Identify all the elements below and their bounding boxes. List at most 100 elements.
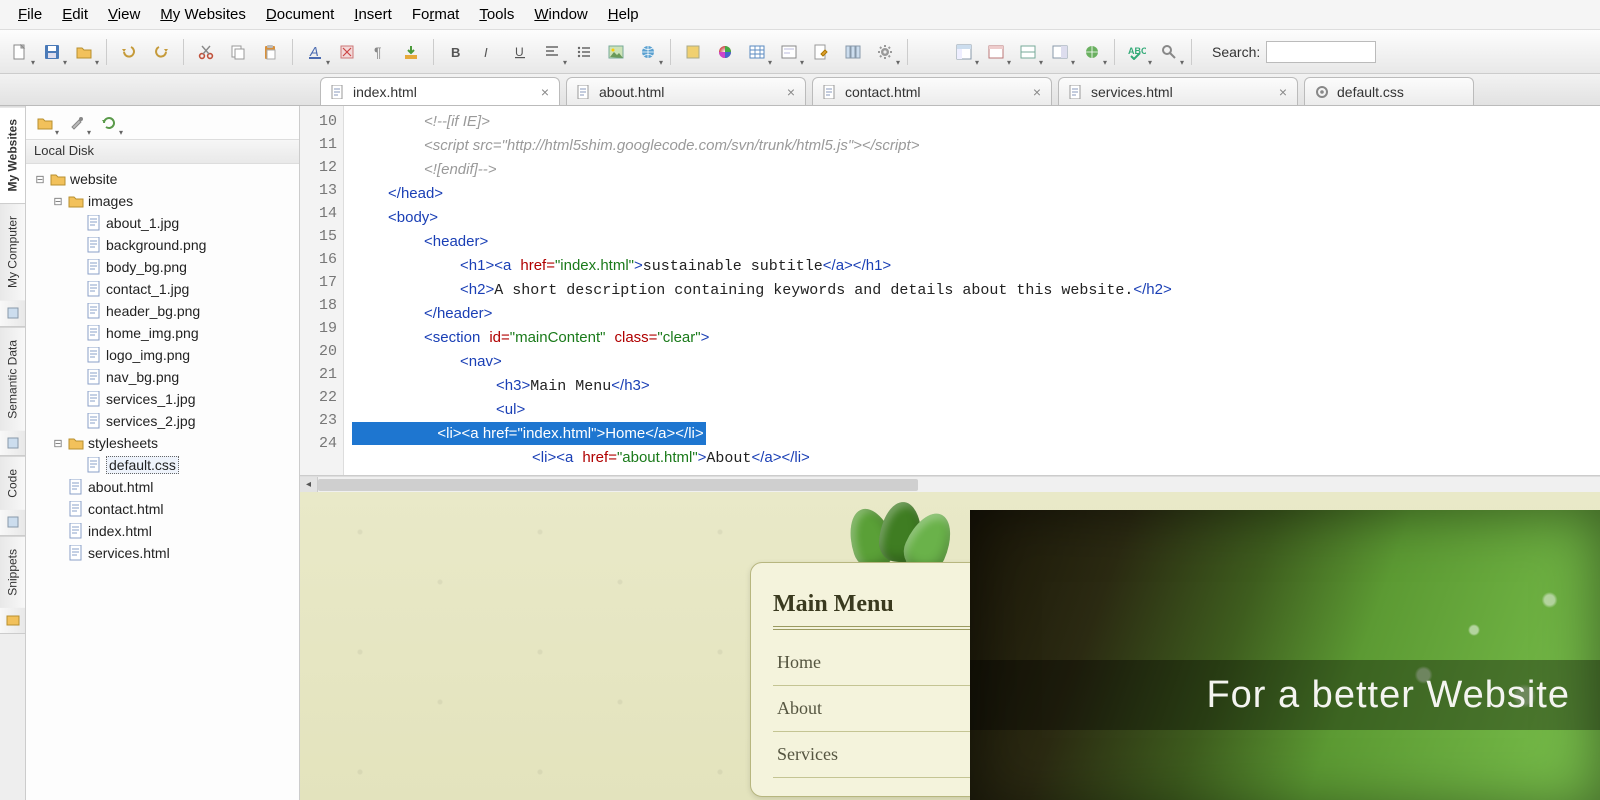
sidetab-snippets[interactable]: Snippets	[0, 536, 25, 608]
menu-format[interactable]: Format	[402, 2, 470, 27]
new-file-button[interactable]	[6, 38, 34, 66]
italic-button[interactable]: I	[474, 38, 502, 66]
download-button[interactable]	[397, 38, 425, 66]
fp-settings-button[interactable]	[64, 110, 90, 136]
sidetab-my-computer[interactable]: My Computer	[0, 203, 25, 300]
tab-label: services.html	[1091, 84, 1173, 100]
sidetab-my-websites[interactable]: My Websites	[0, 106, 25, 203]
side-tab-bar: My WebsitesMy Computer Semantic Data Code S…	[0, 106, 26, 800]
columns-button[interactable]	[839, 38, 867, 66]
open-button[interactable]	[70, 38, 98, 66]
tree-item-services-html[interactable]: services.html	[26, 542, 299, 564]
tab-services-html[interactable]: services.html ×	[1058, 77, 1298, 105]
list-button[interactable]	[570, 38, 598, 66]
layout-button[interactable]	[950, 38, 978, 66]
bold-button[interactable]: B	[442, 38, 470, 66]
gear-button[interactable]	[871, 38, 899, 66]
tree-label: about_1.jpg	[106, 215, 179, 231]
tree-item-images[interactable]: ⊟images	[26, 190, 299, 212]
close-tab-icon[interactable]: ×	[1279, 84, 1287, 100]
clear-format-button[interactable]	[333, 38, 361, 66]
tab-about-html[interactable]: about.html×	[566, 77, 806, 105]
code-content[interactable]: <!--[if IE]> <script src="http://html5sh…	[344, 106, 1600, 475]
align-button[interactable]	[538, 38, 566, 66]
tree-label: contact_1.jpg	[106, 281, 189, 297]
tree-item-contact_1-jpg[interactable]: contact_1.jpg	[26, 278, 299, 300]
cut-button[interactable]	[192, 38, 220, 66]
menu-view[interactable]: View	[98, 2, 150, 27]
live-preview: Main Menu HomeAboutServices For a better…	[300, 492, 1600, 800]
color-wheel-button[interactable]	[711, 38, 739, 66]
menu-tools[interactable]: Tools	[469, 2, 524, 27]
tree-item-website[interactable]: ⊟ website	[26, 168, 299, 190]
file-icon	[86, 391, 102, 407]
color-square-button[interactable]	[679, 38, 707, 66]
menu-edit[interactable]: Edit	[52, 2, 98, 27]
menu-my-websites[interactable]: My Websites	[150, 2, 256, 27]
redo-button[interactable]	[147, 38, 175, 66]
edit-doc-button[interactable]	[807, 38, 835, 66]
table-button[interactable]	[743, 38, 771, 66]
tree-item-logo_img-png[interactable]: logo_img.png	[26, 344, 299, 366]
hyperlink-button[interactable]	[634, 38, 662, 66]
menu-file[interactable]: File	[8, 2, 52, 27]
tab-default-css[interactable]: default.css×	[1304, 77, 1474, 105]
sidetab-semantic-data[interactable]: Semantic Data	[0, 327, 25, 431]
tree-label: website	[70, 171, 117, 187]
sidetab-bottom-icon[interactable]	[0, 608, 25, 634]
paste-button[interactable]	[256, 38, 284, 66]
tree-item-about_1-jpg[interactable]: about_1.jpg	[26, 212, 299, 234]
code-editor[interactable]: 10 11 12 13 14 15 16 17 18 19 20 21 22 2…	[300, 106, 1600, 476]
scroll-thumb[interactable]	[318, 479, 918, 491]
underline-button[interactable]: U	[506, 38, 534, 66]
tree-item-default-css[interactable]: default.css	[26, 454, 299, 476]
font-color-button[interactable]: A	[301, 38, 329, 66]
tree-item-home_img-png[interactable]: home_img.png	[26, 322, 299, 344]
expand-icon[interactable]: ⊟	[34, 173, 46, 186]
sidetab-code[interactable]: Code	[0, 456, 25, 510]
expand-icon[interactable]: ⊟	[52, 437, 64, 450]
save-button[interactable]	[38, 38, 66, 66]
find-button[interactable]	[1155, 38, 1183, 66]
panel3-button[interactable]	[1046, 38, 1074, 66]
menu-window[interactable]: Window	[524, 2, 597, 27]
form-button[interactable]	[775, 38, 803, 66]
tree-item-index-html[interactable]: index.html	[26, 520, 299, 542]
tree-label: about.html	[88, 479, 153, 495]
tree-item-contact-html[interactable]: contact.html	[26, 498, 299, 520]
tree-item-services_1-jpg[interactable]: services_1.jpg	[26, 388, 299, 410]
tree-item-background-png[interactable]: background.png	[26, 234, 299, 256]
tree-item-nav_bg-png[interactable]: nav_bg.png	[26, 366, 299, 388]
tree-item-about-html[interactable]: about.html	[26, 476, 299, 498]
image-button[interactable]	[602, 38, 630, 66]
tab-index-html[interactable]: index.html×	[320, 77, 560, 105]
file-tree[interactable]: ⊟ website ⊟images about_1.jpg background.png…	[26, 164, 299, 800]
undo-button[interactable]	[115, 38, 143, 66]
tree-item-stylesheets[interactable]: ⊟stylesheets	[26, 432, 299, 454]
editor-horizontal-scrollbar[interactable]: ◂	[300, 476, 1600, 492]
panel1-button[interactable]	[982, 38, 1010, 66]
tree-item-header_bg-png[interactable]: header_bg.png	[26, 300, 299, 322]
copy-button[interactable]	[224, 38, 252, 66]
scroll-left-arrow[interactable]: ◂	[300, 477, 318, 493]
tree-item-body_bg-png[interactable]: body_bg.png	[26, 256, 299, 278]
menu-help[interactable]: Help	[598, 2, 649, 27]
tree-item-services_2-jpg[interactable]: services_2.jpg	[26, 410, 299, 432]
pilcrow-button[interactable]: ¶	[365, 38, 393, 66]
search-input[interactable]	[1266, 41, 1376, 63]
panel2-button[interactable]	[1014, 38, 1042, 66]
menu-document[interactable]: Document	[256, 2, 344, 27]
file-panel-title: Local Disk	[26, 140, 299, 164]
close-tab-icon[interactable]: ×	[787, 84, 795, 100]
fp-refresh-button[interactable]	[96, 110, 122, 136]
file-icon	[577, 85, 591, 99]
close-tab-icon[interactable]: ×	[1033, 84, 1041, 100]
file-icon	[86, 369, 102, 385]
menu-insert[interactable]: Insert	[344, 2, 402, 27]
spellcheck-button[interactable]: ABC	[1123, 38, 1151, 66]
fp-folder-button[interactable]	[32, 110, 58, 136]
close-tab-icon[interactable]: ×	[541, 84, 549, 100]
expand-icon[interactable]: ⊟	[52, 195, 64, 208]
globe2-button[interactable]	[1078, 38, 1106, 66]
tab-contact-html[interactable]: contact.html×	[812, 77, 1052, 105]
